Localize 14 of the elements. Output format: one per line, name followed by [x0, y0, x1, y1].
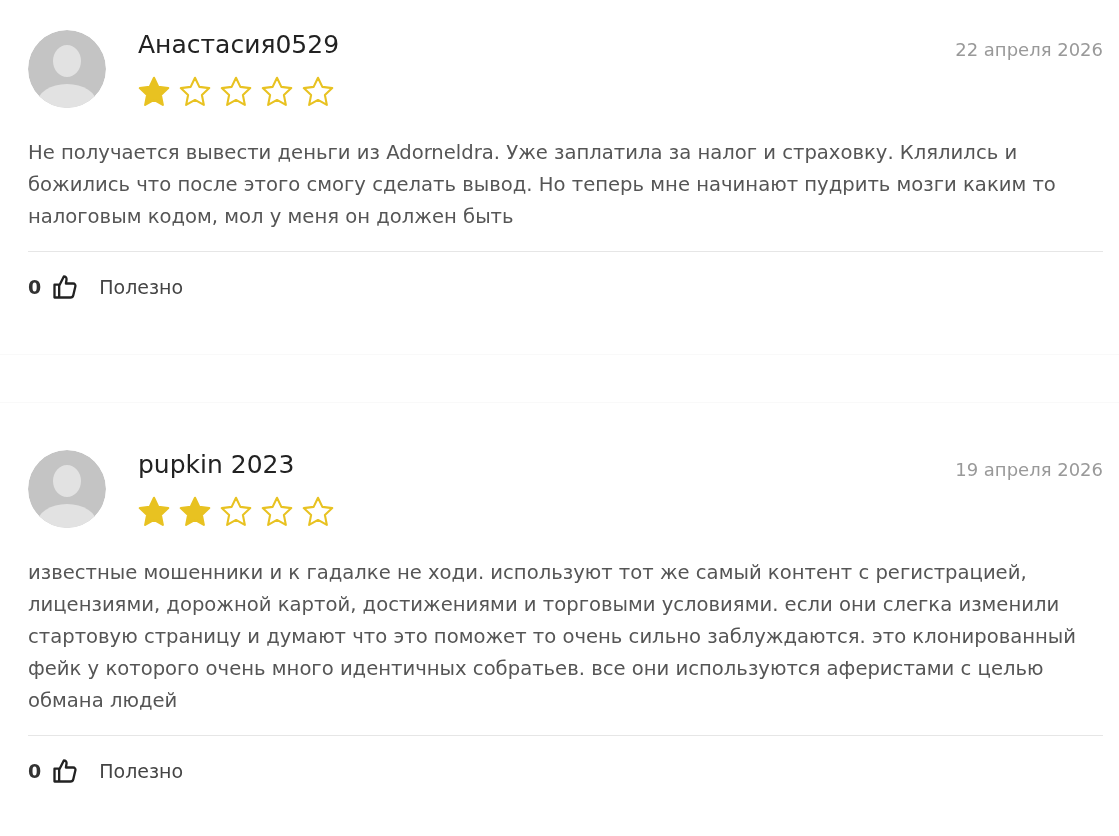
author-name: pupkin 2023 — [138, 450, 296, 480]
review-text: Не получается вывести деньги из Adorneldra. Уже заплатила за налог и страховку. Клялилсь и божились что после этого смогу сделать вывод. Но теперь мне начинают пудрить мозги каким то налоговым кодом, мол у меня он должен быть — [28, 140, 1057, 230]
helpful-button[interactable]: Полезно — [99, 756, 184, 786]
author-name: Анастасия0529 — [138, 30, 341, 60]
avatar-icon — [28, 450, 106, 528]
thumbs-up-icon[interactable] — [51, 757, 80, 785]
thumbs-up-icon[interactable] — [51, 273, 80, 301]
avatar-icon — [28, 30, 106, 108]
like-count: 0 — [28, 274, 42, 300]
review-date: 22 апреля 2026 — [955, 38, 1103, 62]
review-date: 19 апреля 2026 — [955, 458, 1103, 482]
like-count: 0 — [28, 758, 42, 784]
review-text: известные мошенники и к гадалке не ходи. используют тот же самый контент с регистрацией, лицензиями, дорожной картой, достижениями и торговыми условиями. если они слегка изменили стартовую страницу и думают что это поможет то очень сильно заблуждаются. это клонированный фейк у которого очень много идентичных собратьев. все они используются аферистами с целью обмана людей — [28, 560, 1078, 714]
helpful-button[interactable]: Полезно — [99, 272, 184, 302]
